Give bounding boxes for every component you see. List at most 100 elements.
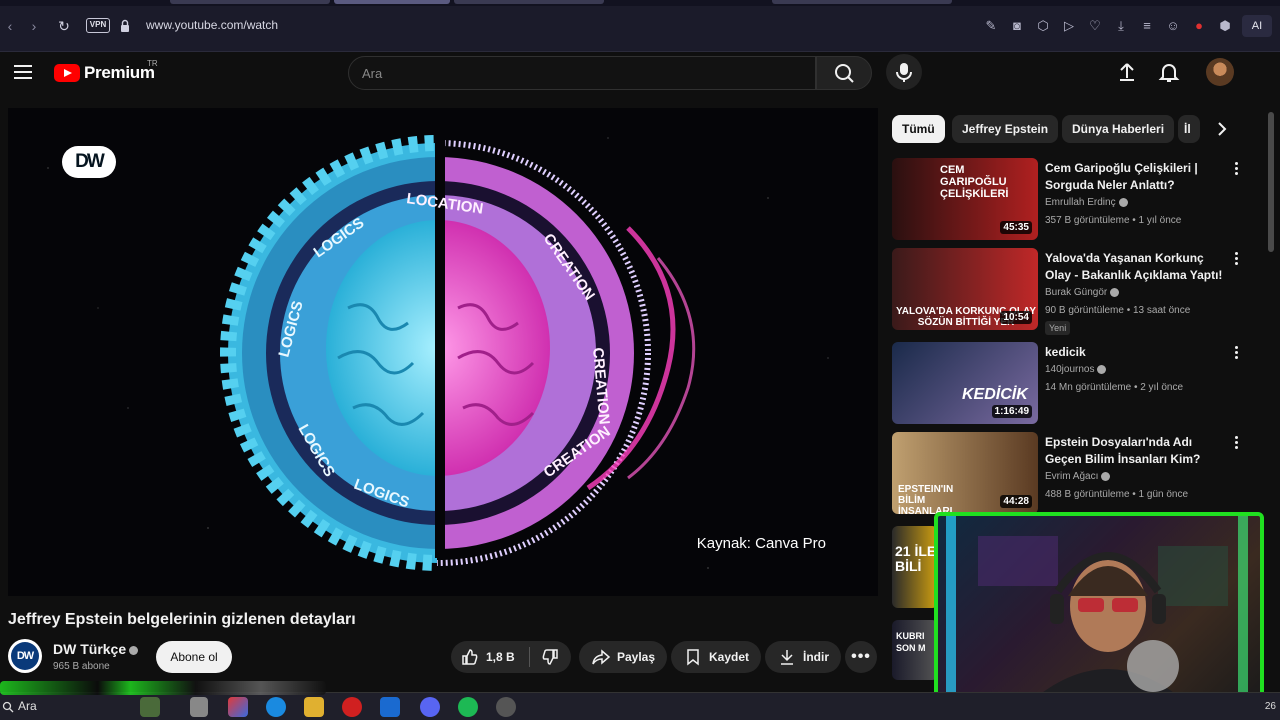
region-label: TR: [147, 59, 158, 68]
browser-tab[interactable]: [772, 0, 952, 4]
chevron-right-icon[interactable]: [1212, 119, 1232, 139]
settings-gear-icon[interactable]: [496, 697, 516, 717]
youtube-logo[interactable]: Premium: [54, 63, 155, 83]
recommended-title[interactable]: Yalova'da Yaşanan Korkunç Olay - Bakanlı…: [1045, 250, 1231, 284]
video-thumbnail[interactable]: 21 İLE BİLİ: [892, 526, 938, 608]
video-thumbnail[interactable]: CEM GARIPOĞLU ÇELİŞKİLERİ 45:35: [892, 158, 1038, 240]
download-icon: [781, 650, 793, 665]
save-button[interactable]: Kaydet: [671, 641, 762, 673]
video-thumbnail[interactable]: YALOVA'DA KORKUNÇ OLAY SÖZÜN BİTTİĞİ YER…: [892, 248, 1038, 330]
recommended-video[interactable]: EPSTEIN'IN BİLİM İNSANLARI 44:28 Epstein…: [892, 432, 1252, 514]
chip-truncated[interactable]: İl: [1178, 115, 1200, 143]
channel-name[interactable]: DW Türkçe: [53, 641, 139, 657]
duration-badge: 1:16:49: [991, 405, 1032, 418]
recommended-video[interactable]: YALOVA'DA KORKUNÇ OLAY SÖZÜN BİTTİĞİ YER…: [892, 248, 1252, 335]
file-explorer-icon[interactable]: [304, 697, 324, 717]
avatar[interactable]: [1206, 58, 1234, 86]
recommended-channel[interactable]: Burak Güngör: [1045, 287, 1120, 298]
camera-icon[interactable]: ◙: [1008, 17, 1026, 35]
os-taskbar: Ara 26: [0, 681, 1280, 720]
chip-all[interactable]: Tümü: [892, 115, 945, 143]
thumbnail-text: 21 İLE BİLİ: [895, 543, 937, 574]
opera-browser-icon[interactable]: [342, 697, 362, 717]
forward-icon[interactable]: ›: [24, 16, 44, 36]
list-icon[interactable]: ≡: [1138, 17, 1156, 35]
taskbar-search-icon[interactable]: [2, 701, 14, 713]
recommended-meta: 488 B görüntüleme • 1 gün önce: [1045, 489, 1189, 500]
chip-jeffrey-epstein[interactable]: Jeffrey Epstein: [952, 115, 1059, 143]
video-player[interactable]: LOGICS LOGICS LOGICS LOGICS LOCATION CRE…: [8, 108, 878, 596]
edit-icon[interactable]: ✎: [982, 17, 1000, 35]
duration-badge: 45:35: [1000, 221, 1032, 234]
taskbar-app-icon[interactable]: [140, 697, 160, 717]
taskbar-app-icon[interactable]: [228, 697, 248, 717]
profile-icon[interactable]: ☺: [1164, 17, 1182, 35]
mail-icon[interactable]: [380, 697, 400, 717]
browser-tab[interactable]: [454, 0, 604, 4]
edge-browser-icon[interactable]: [266, 697, 286, 717]
extension-red-icon[interactable]: ●: [1190, 17, 1208, 35]
subscriber-count: 965 B abone: [53, 661, 110, 672]
taskbar-search-label[interactable]: Ara: [18, 699, 37, 713]
discord-icon[interactable]: [420, 697, 440, 717]
recommended-title[interactable]: kedicik: [1045, 344, 1231, 361]
like-dislike-group: 1,8 B: [451, 641, 571, 673]
taskbar-app-icon[interactable]: [190, 697, 208, 717]
spotify-icon[interactable]: [458, 697, 478, 717]
recommended-channel[interactable]: Emrullah Erdinç: [1045, 197, 1128, 208]
notifications-bell-icon[interactable]: [1157, 60, 1181, 84]
search-input[interactable]: Ara: [348, 56, 816, 90]
download-button[interactable]: İndir: [765, 641, 841, 673]
reload-icon[interactable]: ↻: [54, 16, 74, 36]
recommended-title[interactable]: Cem Garipoğlu Çelişkileri | Sorguda Nele…: [1045, 160, 1231, 194]
recommended-video[interactable]: KUBRI SON M: [892, 620, 938, 680]
chip-world-news[interactable]: Dünya Haberleri: [1062, 115, 1175, 143]
like-count[interactable]: 1,8 B: [486, 650, 515, 664]
clock[interactable]: 26: [1265, 701, 1276, 712]
heart-icon[interactable]: ♡: [1086, 17, 1104, 35]
upload-icon[interactable]: [1115, 60, 1139, 84]
recommended-video[interactable]: CEM GARIPOĞLU ÇELİŞKİLERİ 45:35 Cem Gari…: [892, 158, 1252, 240]
address-bar[interactable]: www.youtube.com/watch: [146, 18, 278, 32]
thumbnail-text: KUBRI SON M: [896, 631, 926, 653]
voice-search-button[interactable]: [886, 54, 922, 90]
ai-button[interactable]: AI: [1242, 15, 1272, 37]
recommended-video[interactable]: 21 İLE BİLİ: [892, 526, 938, 608]
more-vertical-icon[interactable]: [1234, 346, 1240, 362]
video-thumbnail[interactable]: KEDİCİK 1:16:49: [892, 342, 1038, 424]
shield-icon[interactable]: ⬡: [1034, 17, 1052, 35]
more-actions-button[interactable]: •••: [845, 641, 877, 673]
recommended-channel[interactable]: Evrim Ağacı: [1045, 471, 1111, 482]
browser-tab-active[interactable]: [334, 0, 450, 4]
more-vertical-icon[interactable]: [1234, 252, 1240, 268]
search-button[interactable]: [816, 56, 872, 90]
share-button[interactable]: Paylaş: [579, 641, 668, 673]
new-badge: Yeni: [1045, 321, 1071, 335]
download-icon[interactable]: ⤓: [1112, 17, 1130, 35]
channel-label: Burak Güngör: [1045, 287, 1108, 298]
channel-label: Evrim Ağacı: [1045, 471, 1099, 482]
dislike-icon[interactable]: [540, 647, 560, 667]
video-thumbnail[interactable]: EPSTEIN'IN BİLİM İNSANLARI 44:28: [892, 432, 1038, 514]
tab-strip: [0, 0, 1280, 6]
browser-tab[interactable]: [170, 0, 330, 4]
like-icon[interactable]: [460, 647, 480, 667]
play-icon[interactable]: ▷: [1060, 17, 1078, 35]
verified-icon: [129, 645, 139, 655]
video-thumbnail[interactable]: KUBRI SON M: [892, 620, 938, 680]
video-title: Jeffrey Epstein belgelerinin gizlenen de…: [8, 611, 356, 628]
cube-icon[interactable]: ⬢: [1216, 17, 1234, 35]
verified-icon: [1118, 197, 1128, 207]
more-vertical-icon[interactable]: [1234, 162, 1240, 178]
page-scrollbar[interactable]: [1268, 112, 1274, 252]
more-vertical-icon[interactable]: [1234, 436, 1240, 452]
menu-icon[interactable]: [14, 65, 32, 79]
lock-icon[interactable]: [120, 19, 130, 33]
subscribe-button[interactable]: Abone ol: [156, 641, 232, 673]
recommended-channel[interactable]: 140journos: [1045, 364, 1107, 375]
recommended-title[interactable]: Epstein Dosyaları'nda Adı Geçen Bilim İn…: [1045, 434, 1231, 468]
channel-avatar[interactable]: DW: [8, 639, 42, 673]
recommended-video[interactable]: KEDİCİK 1:16:49 kedicik 140journos 14 Mn…: [892, 342, 1252, 424]
vpn-badge[interactable]: VPN: [86, 18, 110, 33]
back-icon[interactable]: ‹: [0, 16, 20, 36]
